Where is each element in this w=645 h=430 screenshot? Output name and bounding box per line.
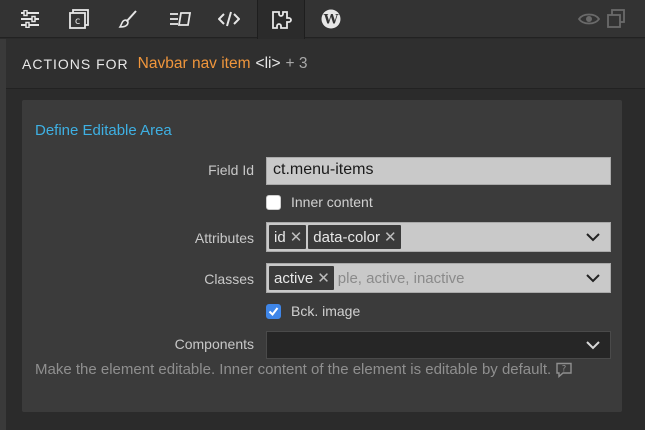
code-icon[interactable] [207, 0, 251, 38]
chevron-down-icon[interactable] [586, 338, 600, 352]
components-label: Components [174, 336, 254, 352]
classes-placeholder: ple, active, inactive [337, 269, 465, 287]
svg-text:?: ? [562, 365, 567, 375]
inner-content-label: Inner content [291, 194, 373, 210]
classes-label: Classes [204, 271, 254, 287]
chevron-down-icon[interactable] [586, 230, 600, 244]
header-label: ACTIONS FOR [22, 55, 129, 72]
field-id-label: Field Id [208, 162, 254, 178]
selected-element-tag: <li> [255, 54, 281, 72]
help-icon[interactable]: ? [555, 362, 573, 379]
card-title[interactable]: Define Editable Area [35, 122, 172, 139]
attribute-chip[interactable]: id ✕ [269, 225, 307, 249]
svg-text:c: c [74, 16, 80, 27]
sliders-icon[interactable] [8, 0, 52, 38]
bck-image-label: Bck. image [291, 303, 361, 319]
field-id-input[interactable]: ct.menu-items [266, 157, 611, 185]
wordpress-icon[interactable]: W [309, 0, 353, 38]
remove-chip-icon[interactable]: ✕ [290, 228, 303, 246]
bck-image-checkbox[interactable] [266, 303, 281, 319]
remove-chip-icon[interactable]: ✕ [384, 228, 397, 246]
actions-panel: Define Editable Area Field Id ct.menu-it… [6, 90, 645, 430]
toolbar: c W [0, 0, 645, 39]
checkmark-icon [268, 306, 279, 316]
svg-text:W: W [323, 13, 339, 28]
chevron-down-icon[interactable] [586, 271, 600, 285]
components-select[interactable] [266, 331, 611, 359]
description: Make the element editable. Inner content… [35, 358, 615, 382]
editable-area-card: Define Editable Area Field Id ct.menu-it… [22, 100, 622, 412]
attribute-chip[interactable]: data-color ✕ [308, 225, 401, 249]
selected-element-name[interactable]: Navbar nav item [138, 55, 251, 73]
layout-icon[interactable] [158, 0, 202, 38]
class-chip[interactable]: active ✕ [269, 266, 334, 290]
duplicate-icon[interactable] [606, 0, 626, 38]
attributes-select[interactable]: id ✕ data-color ✕ [266, 222, 611, 252]
inner-content-checkbox-row[interactable]: Inner content [266, 194, 373, 210]
puzzle-icon[interactable] [257, 0, 305, 39]
eye-icon[interactable] [578, 0, 600, 38]
inner-content-checkbox[interactable] [266, 194, 281, 210]
classes-select[interactable]: active ✕ ple, active, inactive [266, 263, 611, 293]
extra-count: + 3 [285, 54, 308, 72]
actions-header: ACTIONS FOR Navbar nav item <li> + 3 [6, 39, 645, 89]
attributes-label: Attributes [194, 230, 254, 246]
remove-chip-icon[interactable]: ✕ [317, 269, 330, 287]
description-text: Make the element editable. Inner content… [35, 361, 552, 378]
component-icon[interactable]: c [57, 0, 101, 38]
brush-icon[interactable] [106, 0, 150, 38]
bck-image-checkbox-row[interactable]: Bck. image [266, 303, 360, 319]
